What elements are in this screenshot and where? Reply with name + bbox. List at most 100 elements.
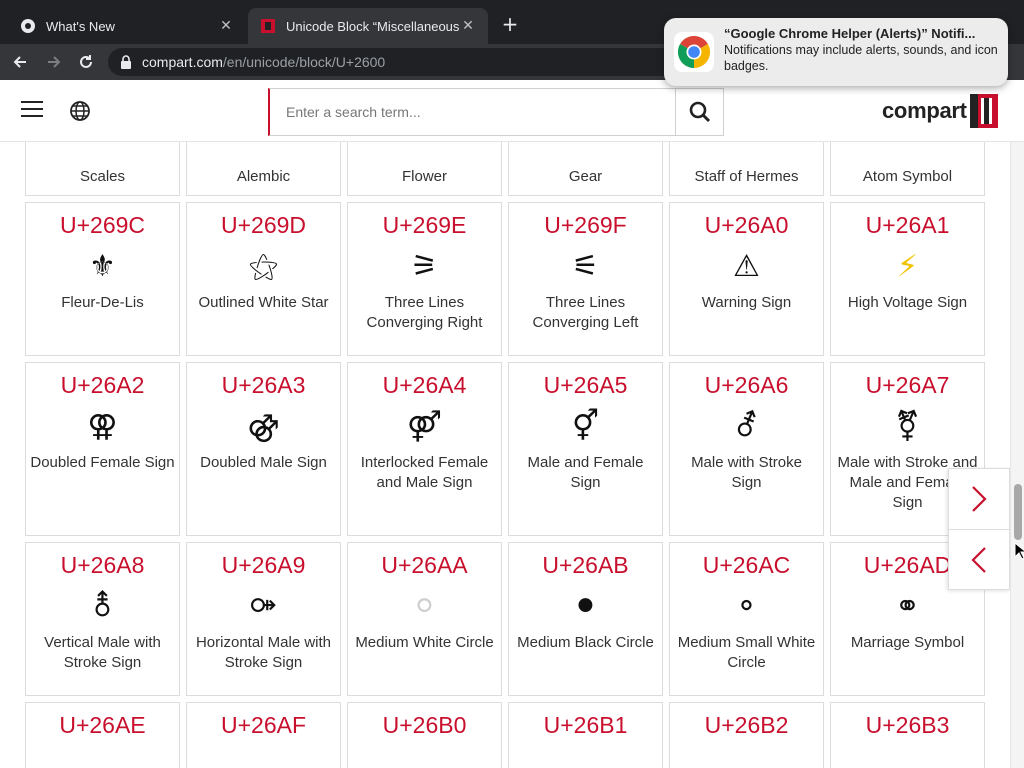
web-page: Scales Alembic Flower Gear Staff of Hermes At… bbox=[0, 80, 1024, 768]
character-glyph: ⚧ bbox=[894, 409, 921, 444]
code-point: U+269E bbox=[382, 212, 467, 238]
character-glyph: ⚟ bbox=[572, 249, 599, 284]
tab-title: Unicode Block “Miscellaneous bbox=[286, 18, 460, 34]
character-card[interactable]: U+26A5 ⚥ Male and Female Sign bbox=[508, 362, 663, 536]
character-card[interactable]: U+26A6 ⚦ Male with Stroke Sign bbox=[669, 362, 824, 536]
character-card[interactable]: U+26A3 ⚣ Doubled Male Sign bbox=[186, 362, 341, 536]
search-button[interactable] bbox=[675, 89, 723, 135]
code-point: U+26AF bbox=[220, 712, 306, 738]
character-card[interactable]: U+26A4 ⚤ Interlocked Female and Male Sign bbox=[347, 362, 502, 536]
search-icon bbox=[689, 101, 710, 123]
character-glyph: ⚭ bbox=[894, 589, 921, 624]
tab-title: What's New bbox=[46, 18, 115, 34]
character-glyph: ⚫ bbox=[572, 589, 599, 624]
previous-button[interactable] bbox=[949, 529, 1009, 589]
back-button[interactable] bbox=[8, 50, 32, 74]
character-card[interactable]: U+26A2 ⚢ Doubled Female Sign bbox=[25, 362, 180, 536]
character-glyph: ⚣ bbox=[247, 409, 280, 444]
character-glyph: ⚨ bbox=[89, 589, 116, 624]
character-name: Three Lines Converging Right bbox=[366, 294, 483, 331]
character-card[interactable]: U+26B3 bbox=[830, 702, 985, 768]
forward-button[interactable] bbox=[42, 50, 66, 74]
character-glyph bbox=[187, 750, 340, 768]
character-glyph: ⚜ bbox=[89, 249, 116, 284]
code-point: U+26B0 bbox=[382, 712, 467, 738]
site-header: compart bbox=[0, 80, 1024, 142]
code-point: U+26AA bbox=[381, 552, 468, 578]
character-name: Medium White Circle bbox=[355, 634, 494, 651]
chrome-notification[interactable]: “Google Chrome Helper (Alerts)” Notifi..… bbox=[664, 18, 1008, 86]
pagination-nav bbox=[948, 468, 1010, 590]
reload-button[interactable] bbox=[74, 50, 98, 74]
character-glyph bbox=[670, 750, 823, 768]
character-card[interactable]: U+26AA ⚪ Medium White Circle bbox=[347, 542, 502, 696]
character-name: Staff of Hermes bbox=[694, 168, 799, 185]
character-glyph: ⚬ bbox=[733, 589, 760, 624]
character-glyph: ⚦ bbox=[733, 409, 760, 444]
tab-close-icon[interactable]: ✕ bbox=[218, 18, 234, 34]
code-point: U+26A5 bbox=[543, 372, 628, 398]
character-card[interactable]: U+26B1 bbox=[508, 702, 663, 768]
character-card[interactable]: U+269D ⚝ Outlined White Star bbox=[186, 202, 341, 356]
character-card[interactable]: U+26A8 ⚨ Vertical Male with Stroke Sign bbox=[25, 542, 180, 696]
character-name: High Voltage Sign bbox=[847, 294, 968, 311]
code-point: U+26A0 bbox=[704, 212, 789, 238]
compart-favicon-icon bbox=[260, 18, 276, 34]
new-tab-button[interactable]: + bbox=[498, 12, 522, 36]
chrome-favicon-icon bbox=[20, 18, 36, 34]
character-card[interactable]: U+269C ⚜ Fleur-De-Lis bbox=[25, 202, 180, 356]
notification-text: “Google Chrome Helper (Alerts)” Notifi..… bbox=[724, 26, 998, 74]
character-card[interactable]: U+26A9 ⚩ Horizontal Male with Stroke Sign bbox=[186, 542, 341, 696]
reload-icon bbox=[80, 55, 92, 68]
code-point: U+269C bbox=[59, 212, 146, 238]
url-path: /en/unicode/block/U+2600 bbox=[222, 54, 386, 70]
search-input[interactable] bbox=[270, 89, 675, 135]
code-point: U+26A4 bbox=[382, 372, 467, 398]
compart-logo[interactable]: compart bbox=[882, 94, 998, 128]
vertical-scrollbar[interactable] bbox=[1010, 142, 1024, 768]
character-name: Marriage Symbol bbox=[850, 634, 965, 651]
next-button[interactable] bbox=[949, 469, 1009, 529]
tab-whats-new[interactable]: What's New ✕ bbox=[8, 8, 246, 44]
character-name: Warning Sign bbox=[701, 294, 792, 311]
character-glyph: ⚝ bbox=[248, 249, 279, 284]
chevron-left-icon bbox=[971, 546, 986, 573]
code-point: U+26B1 bbox=[543, 712, 628, 738]
globe-icon[interactable] bbox=[69, 100, 91, 122]
character-glyph bbox=[348, 750, 501, 768]
character-glyph bbox=[509, 750, 662, 768]
character-name: Male with Stroke Sign bbox=[691, 454, 802, 491]
character-glyph: ⚞ bbox=[411, 249, 438, 284]
character-name: Alembic bbox=[236, 168, 291, 185]
code-point: U+26A8 bbox=[60, 552, 145, 578]
hamburger-menu-icon[interactable] bbox=[21, 101, 43, 121]
character-name: Scales bbox=[79, 168, 126, 185]
scrollbar-thumb[interactable] bbox=[1014, 484, 1022, 540]
code-point: U+26AC bbox=[702, 552, 791, 578]
character-card[interactable]: U+26AF bbox=[186, 702, 341, 768]
character-name: Interlocked Female and Male Sign bbox=[360, 454, 489, 491]
character-card[interactable]: U+26AB ⚫ Medium Black Circle bbox=[508, 542, 663, 696]
character-name: Atom Symbol bbox=[862, 168, 953, 185]
mouse-cursor-icon bbox=[1014, 542, 1024, 560]
character-glyph: ⚡ bbox=[896, 249, 919, 284]
character-name: Outlined White Star bbox=[198, 294, 329, 311]
code-point: U+26A9 bbox=[221, 552, 306, 578]
code-point: U+26A3 bbox=[221, 372, 306, 398]
character-card[interactable]: U+26AC ⚬ Medium Small White Circle bbox=[669, 542, 824, 696]
character-card[interactable]: U+26A0 ⚠ Warning Sign bbox=[669, 202, 824, 356]
character-card[interactable]: U+26B0 bbox=[347, 702, 502, 768]
character-card[interactable]: U+269E ⚞ Three Lines Converging Right bbox=[347, 202, 502, 356]
chrome-logo-icon bbox=[674, 32, 714, 72]
character-card[interactable]: U+26B2 bbox=[669, 702, 824, 768]
character-card[interactable]: U+269F ⚟ Three Lines Converging Left bbox=[508, 202, 663, 356]
logo-text: compart bbox=[882, 98, 967, 123]
character-name: Horizontal Male with Stroke Sign bbox=[195, 634, 332, 671]
character-glyph: ⚠ bbox=[733, 249, 760, 284]
character-name: Three Lines Converging Left bbox=[532, 294, 639, 331]
character-card[interactable]: U+26A1 ⚡ High Voltage Sign bbox=[830, 202, 985, 356]
character-glyph: ⚪ bbox=[411, 589, 438, 624]
character-card[interactable]: U+26AE bbox=[25, 702, 180, 768]
tab-unicode-block[interactable]: Unicode Block “Miscellaneous ✕ bbox=[248, 8, 488, 44]
tab-close-icon[interactable]: ✕ bbox=[460, 18, 476, 34]
